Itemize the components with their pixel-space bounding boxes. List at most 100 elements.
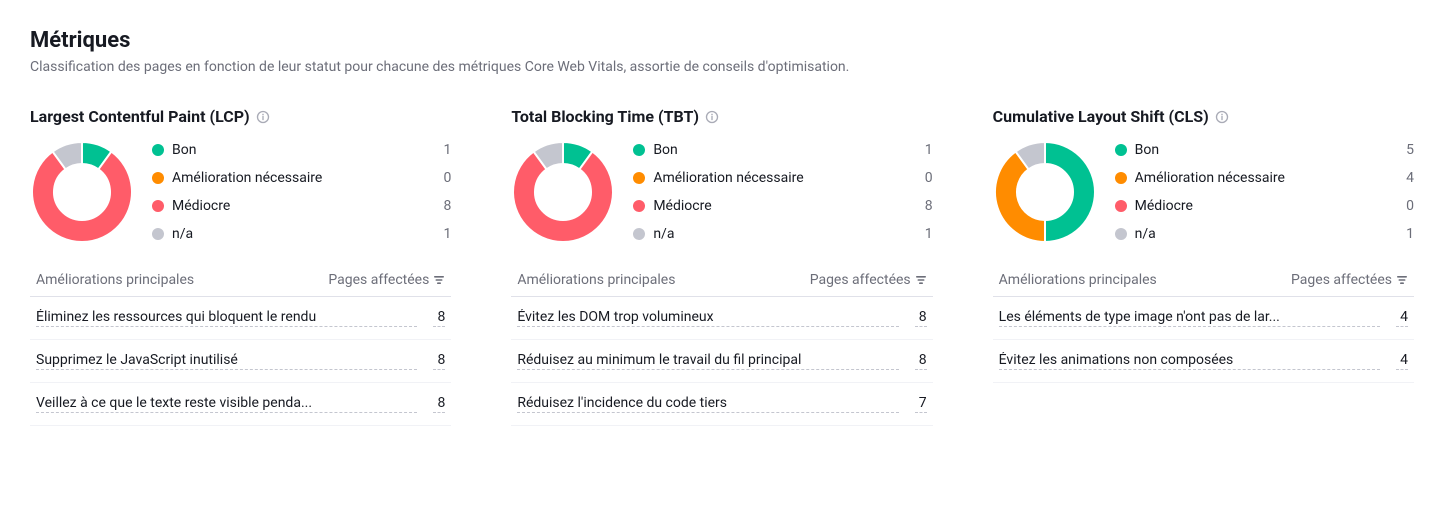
pages-affected-link[interactable]: 7 — [915, 395, 927, 413]
legend-label: Amélioration nécessaire — [1135, 170, 1392, 186]
legend-label: Amélioration nécessaire — [172, 170, 429, 186]
legend-row-poor[interactable]: Médiocre 8 — [633, 198, 932, 214]
legend-dot-good — [1115, 144, 1127, 156]
th-pages-label: Pages affectées — [328, 272, 429, 288]
info-icon[interactable] — [705, 110, 719, 124]
legend-dot-poor — [633, 200, 645, 212]
metric-col-lcp: Largest Contentful Paint (LCP) Bon1 Améli… — [30, 107, 451, 426]
table-row: Les éléments de type image n'ont pas de … — [993, 297, 1414, 340]
legend-row-good[interactable]: Bon 1 — [633, 142, 932, 158]
legend: Bon 1 Amélioration nécessaire 0 Médiocre 8 n/a… — [633, 140, 932, 242]
legend-dot-na — [152, 228, 164, 240]
legend-label: Bon — [653, 142, 910, 158]
table-row: Évitez les animations non composées 4 — [993, 340, 1414, 383]
th-improvement[interactable]: Améliorations principales — [517, 272, 799, 288]
legend-dot-good — [633, 144, 645, 156]
improvements-table-header: Améliorations principales Pages affectées — [511, 264, 932, 297]
legend-row-na[interactable]: n/a1 — [1115, 226, 1414, 242]
legend-dot-poor — [152, 200, 164, 212]
legend-row-na[interactable]: n/a 1 — [152, 226, 451, 242]
table-row: Veillez à ce que le texte reste visible … — [30, 383, 451, 426]
legend-value: 1 — [437, 226, 451, 242]
improvement-link[interactable]: Veillez à ce que le texte reste visible … — [36, 395, 417, 413]
legend-value: 8 — [437, 198, 451, 214]
legend-label: Médiocre — [653, 198, 910, 214]
metric-col-cls: Cumulative Layout Shift (CLS) Bon5 Amélio… — [993, 107, 1414, 426]
table-row: Réduisez au minimum le travail du fil pr… — [511, 340, 932, 383]
improvement-link[interactable]: Réduisez l'incidence du code tiers — [517, 395, 898, 413]
legend-dot-needs_improvement — [152, 172, 164, 184]
legend-label: Médiocre — [172, 198, 429, 214]
info-icon[interactable] — [1215, 110, 1229, 124]
table-row: Réduisez l'incidence du code tiers 7 — [511, 383, 932, 426]
metric-col-tbt: Total Blocking Time (TBT) Bon 1 Améliorati… — [511, 107, 932, 426]
improvement-link[interactable]: Évitez les animations non composées — [999, 352, 1380, 370]
legend-value: 4 — [1400, 170, 1414, 186]
pages-affected-link[interactable]: 8 — [915, 309, 927, 327]
legend-label: n/a — [172, 226, 429, 242]
improvement-link[interactable]: Supprimez le JavaScript inutilisé — [36, 352, 417, 370]
chart-legend-row: Bon1 Amélioration nécessaire0 Médiocre 8 n/a… — [30, 140, 451, 244]
legend-row-poor[interactable]: Médiocre 0 — [1115, 198, 1414, 214]
legend-dot-na — [633, 228, 645, 240]
pages-affected-link[interactable]: 4 — [1396, 352, 1408, 370]
sort-desc-icon — [433, 274, 445, 286]
legend-row-na[interactable]: n/a 1 — [633, 226, 932, 242]
improvement-link[interactable]: Éliminez les ressources qui bloquent le … — [36, 309, 417, 327]
legend-row-good[interactable]: Bon5 — [1115, 142, 1414, 158]
metrics-row: Largest Contentful Paint (LCP) Bon 1 Améli… — [30, 107, 1414, 426]
th-pages[interactable]: Pages affectées — [328, 272, 445, 288]
th-improvement[interactable]: Améliorations principales — [36, 272, 318, 288]
legend-value: 1 — [919, 142, 933, 158]
legend-value: 0 — [1400, 198, 1414, 214]
improvement-link[interactable]: Les éléments de type image n'ont pas de … — [999, 309, 1380, 327]
table-row: Éliminez les ressources qui bloquent le … — [30, 297, 451, 340]
legend-row-good[interactable]: Bon1 — [152, 142, 451, 158]
chart-legend-row: Bon 1 Amélioration nécessaire 0 Médiocre 8 n/a… — [511, 140, 932, 244]
pages-affected-link[interactable]: 4 — [1396, 309, 1408, 327]
improvement-link[interactable]: Réduisez au minimum le travail du fil pr… — [517, 352, 898, 370]
legend-label: Amélioration nécessaire — [653, 170, 910, 186]
improvement-link[interactable]: Évitez les DOM trop volumineux — [517, 309, 898, 327]
pages-affected-link[interactable]: 8 — [433, 395, 445, 413]
th-pages[interactable]: Pages affectées — [810, 272, 927, 288]
legend-dot-needs_improvement — [1115, 172, 1127, 184]
th-pages[interactable]: Pages affectées — [1291, 272, 1408, 288]
pages-affected-link[interactable]: 8 — [433, 309, 445, 327]
sort-desc-icon — [1396, 274, 1408, 286]
legend-row-needs_improvement[interactable]: Amélioration nécessaire0 — [152, 170, 451, 186]
metric-header: Cumulative Layout Shift (CLS) — [993, 107, 1414, 126]
table-row: Supprimez le JavaScript inutilisé 8 — [30, 340, 451, 383]
info-icon[interactable] — [256, 110, 270, 124]
improvements-table-header: Améliorations principales Pages affectées — [30, 264, 451, 297]
legend-value: 1 — [919, 226, 933, 242]
legend-row-poor[interactable]: Médiocre 8 — [152, 198, 451, 214]
th-pages-label: Pages affectées — [1291, 272, 1392, 288]
metric-title: Largest Contentful Paint (LCP) — [30, 107, 250, 126]
metric-header: Total Blocking Time (TBT) — [511, 107, 932, 126]
donut-chart — [511, 140, 615, 244]
legend-label: Médiocre — [1135, 198, 1392, 214]
page-subtitle: Classification des pages en fonction de … — [30, 59, 1414, 75]
page-title: Métriques — [30, 28, 1414, 53]
legend-value: 8 — [919, 198, 933, 214]
legend-value: 0 — [919, 170, 933, 186]
legend-dot-poor — [1115, 200, 1127, 212]
pages-affected-link[interactable]: 8 — [915, 352, 927, 370]
donut-chart — [30, 140, 134, 244]
pages-affected-link[interactable]: 8 — [433, 352, 445, 370]
improvements-table-header: Améliorations principales Pages affectées — [993, 264, 1414, 297]
legend: Bon1 Amélioration nécessaire0 Médiocre 8 n/a… — [152, 140, 451, 242]
table-row: Évitez les DOM trop volumineux 8 — [511, 297, 932, 340]
sort-desc-icon — [915, 274, 927, 286]
legend-dot-needs_improvement — [633, 172, 645, 184]
legend-label: n/a — [653, 226, 910, 242]
legend-row-needs_improvement[interactable]: Amélioration nécessaire 4 — [1115, 170, 1414, 186]
metric-title: Total Blocking Time (TBT) — [511, 107, 699, 126]
legend-value: 1 — [437, 142, 451, 158]
chart-legend-row: Bon5 Amélioration nécessaire 4 Médiocre 0 n/a… — [993, 140, 1414, 244]
legend-label: Bon — [1135, 142, 1392, 158]
th-improvement[interactable]: Améliorations principales — [999, 272, 1281, 288]
legend-row-needs_improvement[interactable]: Amélioration nécessaire 0 — [633, 170, 932, 186]
legend-label: n/a — [1135, 226, 1392, 242]
